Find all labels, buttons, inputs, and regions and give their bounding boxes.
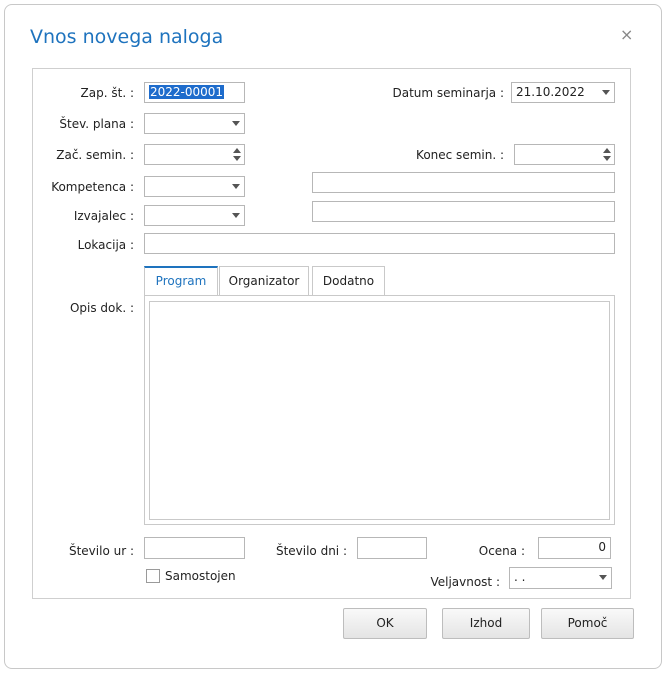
chevron-down-icon[interactable] xyxy=(232,184,240,189)
zap-st-label: Zap. št. : xyxy=(80,86,134,100)
chevron-down-icon[interactable] xyxy=(602,90,610,95)
close-icon[interactable]: × xyxy=(620,25,633,44)
stev-plana-label: Štev. plana : xyxy=(59,117,134,131)
pomoc-button[interactable]: Pomoč xyxy=(541,608,634,639)
izhod-button[interactable]: Izhod xyxy=(442,608,530,639)
stev-plana-combo[interactable] xyxy=(144,113,245,134)
stevilo-ur-label: Število ur : xyxy=(68,544,134,558)
izvajalec-text[interactable] xyxy=(312,201,615,222)
chevron-down-icon[interactable] xyxy=(232,121,240,126)
chevron-down-icon[interactable] xyxy=(599,575,607,580)
datum-seminarja-combo[interactable]: 21.10.2022 xyxy=(511,82,615,103)
stevilo-ur-input[interactable] xyxy=(144,537,245,559)
zac-semin-spinner[interactable] xyxy=(144,144,245,165)
zap-st-value: 2022-00001 xyxy=(149,85,225,99)
tab-organizator[interactable]: Organizator xyxy=(219,266,309,296)
chevron-down-icon[interactable] xyxy=(232,213,240,218)
stevilo-dni-label: Število dni : xyxy=(275,544,347,558)
zap-st-input[interactable]: 2022-00001 xyxy=(144,82,245,103)
dialog-title: Vnos novega naloga xyxy=(30,26,224,48)
veljavnost-combo[interactable]: . . xyxy=(509,567,612,589)
spinner-icon[interactable] xyxy=(233,147,241,162)
ok-button[interactable]: OK xyxy=(343,608,427,639)
spinner-icon[interactable] xyxy=(603,147,611,162)
lokacija-label: Lokacija : xyxy=(77,238,134,252)
ocena-input[interactable]: 0 xyxy=(538,537,611,559)
kompetenca-combo[interactable] xyxy=(144,176,245,197)
konec-semin-spinner[interactable] xyxy=(514,144,615,165)
samostojen-label: Samostojen xyxy=(165,569,236,583)
izvajalec-combo[interactable] xyxy=(144,205,245,226)
tab-program[interactable]: Program xyxy=(144,266,218,297)
lokacija-input[interactable] xyxy=(144,233,615,254)
tab-dodatno[interactable]: Dodatno xyxy=(312,266,385,296)
samostojen-checkbox[interactable] xyxy=(146,569,160,583)
konec-semin-label: Konec semin. : xyxy=(416,148,504,162)
veljavnost-value: . . xyxy=(514,570,526,584)
veljavnost-label: Veljavnost : xyxy=(430,575,500,589)
datum-seminarja-label: Datum seminarja : xyxy=(392,86,504,100)
zac-semin-label: Zač. semin. : xyxy=(56,148,134,162)
program-memo[interactable] xyxy=(149,301,610,520)
kompetenca-text[interactable] xyxy=(312,172,615,193)
stevilo-dni-input[interactable] xyxy=(357,537,427,559)
datum-seminarja-value: 21.10.2022 xyxy=(516,85,585,99)
opis-dok-label: Opis dok. : xyxy=(69,301,134,315)
ocena-label: Ocena : xyxy=(478,544,525,558)
izvajalec-label: Izvajalec : xyxy=(73,209,134,223)
kompetenca-label: Kompetenca : xyxy=(51,180,134,194)
tab-panel-program xyxy=(144,295,615,525)
